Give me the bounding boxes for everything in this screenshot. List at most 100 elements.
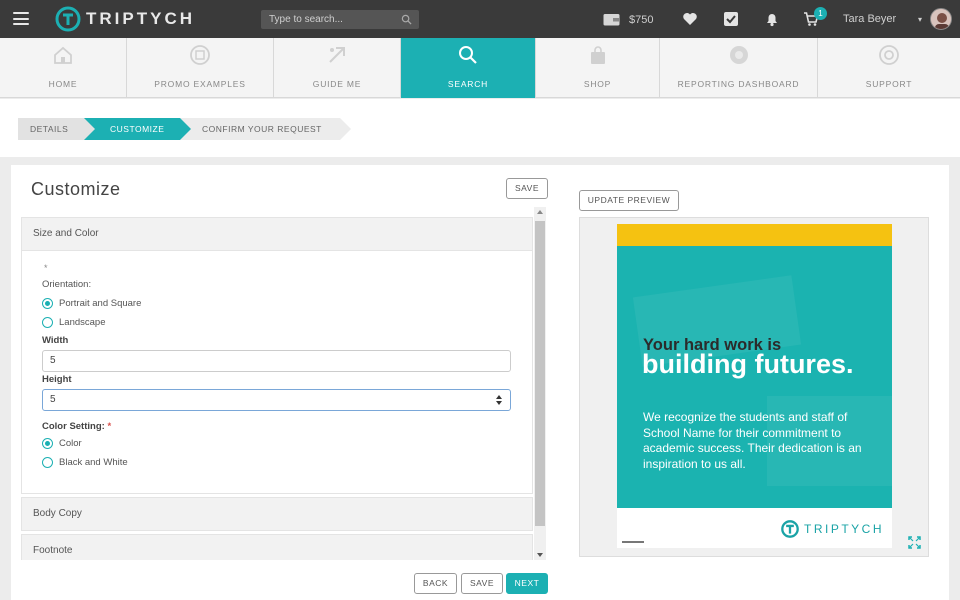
triptych-logo-icon (55, 6, 81, 32)
brand-name: TRIPTYCH (86, 9, 195, 28)
black-and-white-option[interactable]: Black and White (42, 455, 128, 469)
step-customize[interactable]: CUSTOMIZE (84, 118, 191, 140)
preview-frame: Your hard work is building futures. We r… (579, 217, 929, 557)
update-preview-button[interactable]: UPDATE PREVIEW (579, 190, 679, 211)
section-size-and-color[interactable]: Size and Color (21, 217, 533, 251)
step-arrow (340, 118, 351, 140)
guide-me-icon (329, 47, 345, 63)
height-value: 5 (50, 394, 56, 405)
step-label: CONFIRM YOUR REQUEST (202, 124, 322, 134)
search-icon[interactable] (401, 14, 412, 25)
poster-teal-area: Your hard work is building futures. We r… (617, 246, 892, 508)
orientation-landscape-option[interactable]: Landscape (42, 315, 105, 329)
height-label: Height (42, 374, 72, 385)
tab-label: GUIDE ME (312, 79, 362, 89)
number-stepper-icon[interactable] (496, 394, 502, 406)
step-arrow (180, 118, 191, 140)
orientation-label: Orientation: (42, 279, 92, 290)
width-field[interactable]: 5 (42, 350, 511, 372)
tab-label: SHOP (583, 79, 612, 89)
tab-shop[interactable]: SHOP (536, 38, 660, 98)
radio-black-and-white[interactable] (42, 456, 53, 468)
shop-bag-icon (590, 46, 605, 64)
triptych-logo-icon (781, 520, 799, 538)
height-field[interactable]: 5 (42, 389, 511, 411)
step-confirm-your-request[interactable]: CONFIRM YOUR REQUEST (180, 118, 351, 140)
poster-logo: TRIPTYCH (780, 519, 884, 539)
color-setting-text: Color Setting: (42, 421, 105, 432)
home-icon (54, 46, 72, 64)
radio-label: Color (59, 437, 82, 449)
promo-examples-icon (190, 45, 210, 65)
poster-brand-name: TRIPTYCH (804, 522, 884, 536)
tab-label: PROMO EXAMPLES (154, 79, 246, 89)
cart-count-badge: 1 (814, 7, 827, 20)
tab-label: HOME (48, 79, 78, 89)
color-option[interactable]: Color (42, 436, 82, 450)
tab-home[interactable]: HOME (0, 38, 127, 98)
required-asterisk: * (107, 421, 112, 432)
radio-color[interactable] (42, 437, 53, 449)
breadcrumb: DETAILS CUSTOMIZE CONFIRM YOUR REQUEST (18, 118, 351, 140)
step-arrow (84, 118, 95, 140)
main-nav: HOME PROMO EXAMPLES GUIDE ME SEARCH SHOP (0, 38, 960, 98)
orientation-portrait-option[interactable]: Portrait and Square (42, 296, 141, 310)
poster-fine-print (622, 541, 644, 543)
save-button-top[interactable]: SAVE (506, 178, 548, 199)
search-input[interactable]: Type to search... (261, 10, 419, 29)
save-button[interactable]: SAVE (461, 573, 503, 594)
expand-icon[interactable] (908, 536, 921, 549)
radio-label: Black and White (59, 456, 128, 468)
hamburger-menu-icon[interactable] (13, 12, 29, 25)
poster-body-text: We recognize the students and staff of S… (643, 410, 862, 471)
poster-preview: Your hard work is building futures. We r… (617, 224, 892, 548)
color-setting-label: Color Setting: * (42, 421, 111, 432)
tab-label: SEARCH (447, 79, 489, 89)
scrollbar-thumb[interactable] (535, 221, 545, 526)
poster-headline-large: building futures. (642, 349, 854, 379)
tab-promo-examples[interactable]: PROMO EXAMPLES (127, 38, 274, 98)
customize-panel: Customize SAVE Size and Color * Orientat… (11, 165, 949, 600)
heart-icon[interactable] (682, 11, 698, 27)
search-icon (459, 46, 477, 64)
width-value: 5 (50, 355, 56, 366)
support-icon (879, 45, 899, 65)
radio-portrait[interactable] (42, 297, 53, 309)
radio-label: Portrait and Square (59, 297, 142, 309)
section-footnote[interactable]: Footnote (21, 534, 533, 560)
tab-guide-me[interactable]: GUIDE ME (274, 38, 401, 98)
radio-label: Landscape (59, 316, 106, 328)
checklist-icon[interactable] (723, 11, 739, 27)
progress-steps-area: DETAILS CUSTOMIZE CONFIRM YOUR REQUEST (0, 99, 960, 157)
user-menu-caret-icon[interactable]: ▾ (918, 15, 922, 24)
customize-form: Size and Color * Orientation: Portrait a… (21, 207, 548, 560)
tab-search[interactable]: SEARCH (401, 38, 536, 98)
back-button[interactable]: BACK (414, 573, 457, 594)
required-marker: * (44, 263, 48, 273)
user-name[interactable]: Tara Beyer (843, 13, 896, 25)
search-placeholder: Type to search... (269, 14, 343, 25)
top-bar: TRIPTYCH Type to search... $750 1 Tara B… (0, 0, 960, 38)
section-body-copy[interactable]: Body Copy (21, 497, 533, 531)
page-title: Customize (31, 179, 121, 199)
scroll-up-icon[interactable] (537, 210, 543, 214)
brand-logo[interactable]: TRIPTYCH (55, 6, 195, 32)
step-details[interactable]: DETAILS (18, 118, 95, 140)
tab-reporting-dashboard[interactable]: REPORTING DASHBOARD (660, 38, 818, 98)
step-label: DETAILS (30, 124, 69, 134)
poster-yellow-band (617, 224, 892, 246)
tab-label: REPORTING DASHBOARD (677, 79, 800, 89)
width-label: Width (42, 335, 69, 346)
avatar[interactable] (930, 8, 952, 30)
step-label: CUSTOMIZE (110, 124, 165, 134)
bell-icon[interactable] (764, 11, 780, 27)
tab-support[interactable]: SUPPORT (818, 38, 960, 98)
reporting-dashboard-icon (729, 46, 748, 64)
wallet-icon[interactable] (603, 12, 620, 26)
next-button[interactable]: NEXT (506, 573, 548, 594)
account-balance: $750 (629, 14, 654, 26)
tab-label: SUPPORT (865, 79, 913, 89)
scroll-down-icon[interactable] (537, 553, 543, 557)
form-scrollbar[interactable] (534, 207, 546, 560)
radio-landscape[interactable] (42, 316, 53, 328)
